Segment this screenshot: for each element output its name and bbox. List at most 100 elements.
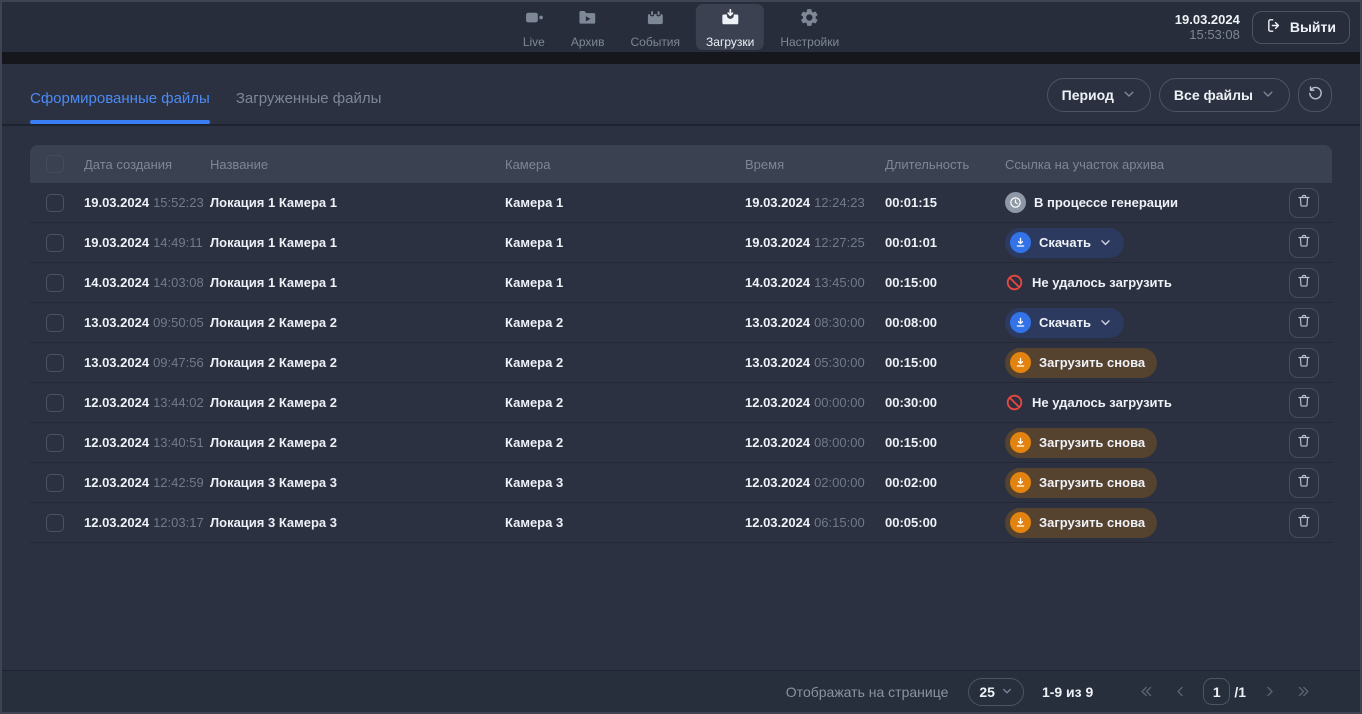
table-row: 19.03.2024 14:49:11 Локация 1 Камера 1 К… — [30, 223, 1332, 263]
per-page-select[interactable]: 25 — [968, 678, 1024, 706]
table-row: 13.03.2024 09:50:05 Локация 2 Камера 2 К… — [30, 303, 1332, 343]
retry-download-button[interactable]: Загрузить снова — [1005, 428, 1157, 458]
row-checkbox[interactable] — [46, 394, 64, 412]
delete-button[interactable] — [1289, 468, 1319, 498]
delete-button[interactable] — [1289, 228, 1319, 258]
created-time: 14:49:11 — [153, 235, 203, 250]
file-name: Локация 2 Камера 2 — [210, 355, 505, 370]
table-row: 12.03.2024 12:42:59 Локация 3 Камера 3 К… — [30, 463, 1332, 503]
delete-button[interactable] — [1289, 308, 1319, 338]
download-button[interactable]: Скачать — [1005, 228, 1124, 258]
period-filter-button[interactable]: Период — [1047, 78, 1151, 112]
status-failed: Не удалось загрузить — [1005, 393, 1172, 412]
created-date: 13.03.2024 — [84, 315, 149, 330]
next-page-button[interactable] — [1256, 679, 1282, 705]
archive-link-status: Скачать Скачать Скачать — [1005, 308, 1276, 338]
column-header-camera: Камера — [505, 157, 745, 172]
camera-name: Камера 3 — [505, 515, 745, 530]
trash-icon — [1296, 473, 1312, 492]
chevron-down-icon — [1099, 236, 1112, 249]
duration: 00:01:01 — [885, 235, 1005, 250]
camera-name: Камера 1 — [505, 195, 745, 210]
retry-download-button[interactable]: Загрузить снова — [1005, 508, 1157, 538]
blocked-icon — [1005, 273, 1024, 292]
row-checkbox[interactable] — [46, 234, 64, 252]
camera-name: Камера 1 — [505, 275, 745, 290]
download-button[interactable]: Скачать — [1005, 308, 1124, 338]
delete-button[interactable] — [1289, 428, 1319, 458]
tab-generated-files[interactable]: Сформированные файлы — [30, 90, 210, 124]
first-page-button[interactable] — [1133, 679, 1159, 705]
row-checkbox[interactable] — [46, 354, 64, 372]
per-page-label: Отображать на странице — [786, 684, 949, 700]
period-filter-label: Период — [1062, 87, 1114, 103]
nav-item-archive[interactable]: Архив — [561, 4, 615, 50]
files-filter-button[interactable]: Все файлы — [1159, 78, 1290, 112]
gear-icon — [799, 7, 820, 33]
created-time: 14:03:08 — [153, 275, 204, 290]
archive-link-status: Не удалось загрузить Не удалось загрузит… — [1005, 273, 1276, 292]
record-time: 08:30:00 — [814, 315, 865, 330]
files-filter-label: Все файлы — [1174, 87, 1253, 103]
header-divider — [2, 52, 1360, 64]
camera-name: Камера 2 — [505, 395, 745, 410]
created-date: 14.03.2024 — [84, 275, 149, 290]
table-row: 13.03.2024 09:47:56 Локация 2 Камера 2 К… — [30, 343, 1332, 383]
trash-icon — [1296, 233, 1312, 252]
select-all-checkbox[interactable] — [46, 155, 64, 173]
status-generating: В процессе генерации — [1005, 192, 1178, 213]
row-checkbox[interactable] — [46, 514, 64, 532]
tab-downloaded-files[interactable]: Загруженные файлы — [236, 90, 382, 124]
nav-item-settings[interactable]: Настройки — [770, 4, 849, 50]
delete-button[interactable] — [1289, 348, 1319, 378]
record-time: 12:24:23 — [814, 195, 865, 210]
duration: 00:01:15 — [885, 195, 1005, 210]
table-row: 19.03.2024 15:52:23 Локация 1 Камера 1 К… — [30, 183, 1332, 223]
record-time: 06:15:00 — [814, 515, 865, 530]
column-header-link: Ссылка на участок архива — [1005, 157, 1276, 172]
table-row: 12.03.2024 12:03:17 Локация 3 Камера 3 К… — [30, 503, 1332, 543]
row-checkbox[interactable] — [46, 434, 64, 452]
row-checkbox[interactable] — [46, 194, 64, 212]
clock-icon — [1005, 192, 1026, 213]
nav-item-downloads[interactable]: Загрузки — [696, 4, 764, 50]
delete-button[interactable] — [1289, 188, 1319, 218]
nav-label: Настройки — [780, 36, 839, 48]
per-page-value: 25 — [979, 684, 995, 700]
camera-name: Камера 1 — [505, 235, 745, 250]
nav-item-live[interactable]: Live — [513, 4, 555, 50]
retry-download-button[interactable]: Загрузить снова — [1005, 468, 1157, 498]
trash-icon — [1296, 513, 1312, 532]
status-failed: Не удалось загрузить — [1005, 273, 1172, 292]
row-checkbox[interactable] — [46, 314, 64, 332]
logout-button[interactable]: Выйти — [1252, 11, 1350, 44]
camera-name: Камера 2 — [505, 435, 745, 450]
delete-button[interactable] — [1289, 508, 1319, 538]
total-pages-label: /1 — [1234, 684, 1246, 700]
duration: 00:15:00 — [885, 435, 1005, 450]
app-window: Live Архив События Загрузки Настройки 19… — [0, 0, 1362, 714]
refresh-button[interactable] — [1298, 78, 1332, 112]
current-page-box[interactable]: 1 — [1203, 678, 1230, 705]
trash-icon — [1296, 433, 1312, 452]
created-time: 13:40:51 — [153, 435, 204, 450]
download-icon — [1010, 512, 1031, 533]
created-time: 15:52:23 — [153, 195, 204, 210]
file-name: Локация 3 Камера 3 — [210, 475, 505, 490]
delete-button[interactable] — [1289, 388, 1319, 418]
row-checkbox[interactable] — [46, 274, 64, 292]
prev-page-button[interactable] — [1167, 679, 1193, 705]
file-name: Локация 2 Камера 2 — [210, 435, 505, 450]
row-checkbox[interactable] — [46, 474, 64, 492]
last-page-button[interactable] — [1290, 679, 1316, 705]
file-name: Локация 2 Камера 2 — [210, 395, 505, 410]
delete-button[interactable] — [1289, 268, 1319, 298]
record-time: 08:00:00 — [814, 435, 865, 450]
refresh-icon — [1307, 85, 1324, 105]
retry-download-button[interactable]: Загрузить снова — [1005, 348, 1157, 378]
nav-item-events[interactable]: События — [620, 4, 690, 50]
record-date: 13.03.2024 — [745, 315, 810, 330]
record-date: 12.03.2024 — [745, 515, 810, 530]
current-date: 19.03.2024 — [1175, 12, 1240, 27]
created-date: 13.03.2024 — [84, 355, 149, 370]
